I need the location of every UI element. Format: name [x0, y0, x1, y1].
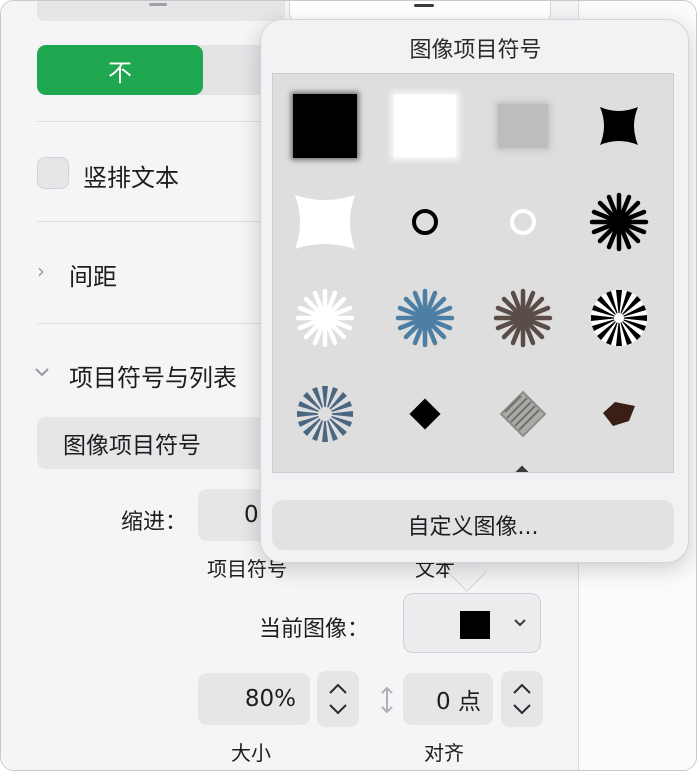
next-row-peek — [513, 465, 531, 472]
align-control-right[interactable] — [289, 1, 551, 21]
vertical-text-label: 竖排文本 — [83, 164, 179, 192]
indent-label: 缩进： — [121, 510, 188, 535]
chevron-down-icon[interactable] — [34, 361, 50, 385]
gray-scribble-diamond-bullet[interactable] — [475, 366, 571, 462]
gray-square-bullet[interactable] — [475, 78, 571, 174]
bullets-section-label[interactable]: 项目符号与列表 — [69, 358, 237, 393]
vertical-text-checkbox[interactable] — [37, 157, 69, 189]
vertical-align-icon — [379, 685, 395, 719]
brown-starburst-bullet[interactable] — [475, 270, 571, 366]
black-rounded-star-bullet[interactable] — [571, 78, 667, 174]
bullet-image-grid — [272, 73, 674, 473]
current-image-picker[interactable] — [403, 593, 541, 653]
popover-title: 图像项目符号 — [409, 38, 542, 63]
image-bullets-popover: 图像项目符号 自定义图像... — [260, 19, 689, 563]
blue-starburst-bullet[interactable] — [377, 270, 473, 366]
black-ring-bullet[interactable] — [377, 174, 473, 270]
bullet-type-value: 图像项目符号 — [63, 433, 201, 459]
chevron-up-icon — [329, 683, 347, 694]
white-ring-bullet[interactable] — [475, 174, 571, 270]
brown-diamond-bullet[interactable] — [571, 366, 667, 462]
chevron-down-icon — [512, 614, 528, 634]
white-rounded-star-bullet[interactable] — [277, 174, 373, 270]
align-value: 0 点 — [436, 689, 481, 715]
indent-bullet-value: 0 — [244, 502, 259, 528]
chevron-down-icon — [513, 704, 531, 715]
white-starburst-bullet[interactable] — [277, 270, 373, 366]
chevron-down-icon — [329, 704, 347, 715]
orientation-button[interactable]: 不 — [37, 45, 203, 95]
white-square-bullet[interactable] — [377, 78, 473, 174]
size-stepper[interactable] — [317, 671, 359, 727]
black-square-bullet[interactable] — [277, 78, 373, 174]
blue-ray-bullet[interactable] — [277, 366, 373, 462]
size-value: 80% — [244, 686, 296, 712]
align-caption: 对齐 — [424, 741, 464, 765]
spacing-section-label[interactable]: 间距 — [69, 257, 117, 292]
custom-image-button[interactable]: 自定义图像... — [272, 500, 674, 550]
align-field[interactable]: 0 点 — [403, 673, 493, 725]
align-control-left[interactable] — [37, 1, 285, 21]
current-image-label: 当前图像： — [259, 617, 370, 642]
black-white-ray-bullet[interactable] — [571, 270, 667, 366]
size-field[interactable]: 80% — [198, 673, 310, 725]
current-bullet-swatch — [460, 611, 490, 639]
black-diamond-bullet[interactable] — [377, 366, 473, 462]
window-frame: 不 竖排文本 › 间距 项目符号与列表 图像项目符号 缩进： 0 项目符号 文本… — [0, 0, 697, 771]
size-caption: 大小 — [231, 741, 271, 765]
chevron-right-icon[interactable]: › — [37, 259, 45, 283]
black-starburst-bullet[interactable] — [571, 174, 667, 270]
chevron-up-icon — [513, 683, 531, 694]
align-stepper[interactable] — [501, 671, 543, 727]
